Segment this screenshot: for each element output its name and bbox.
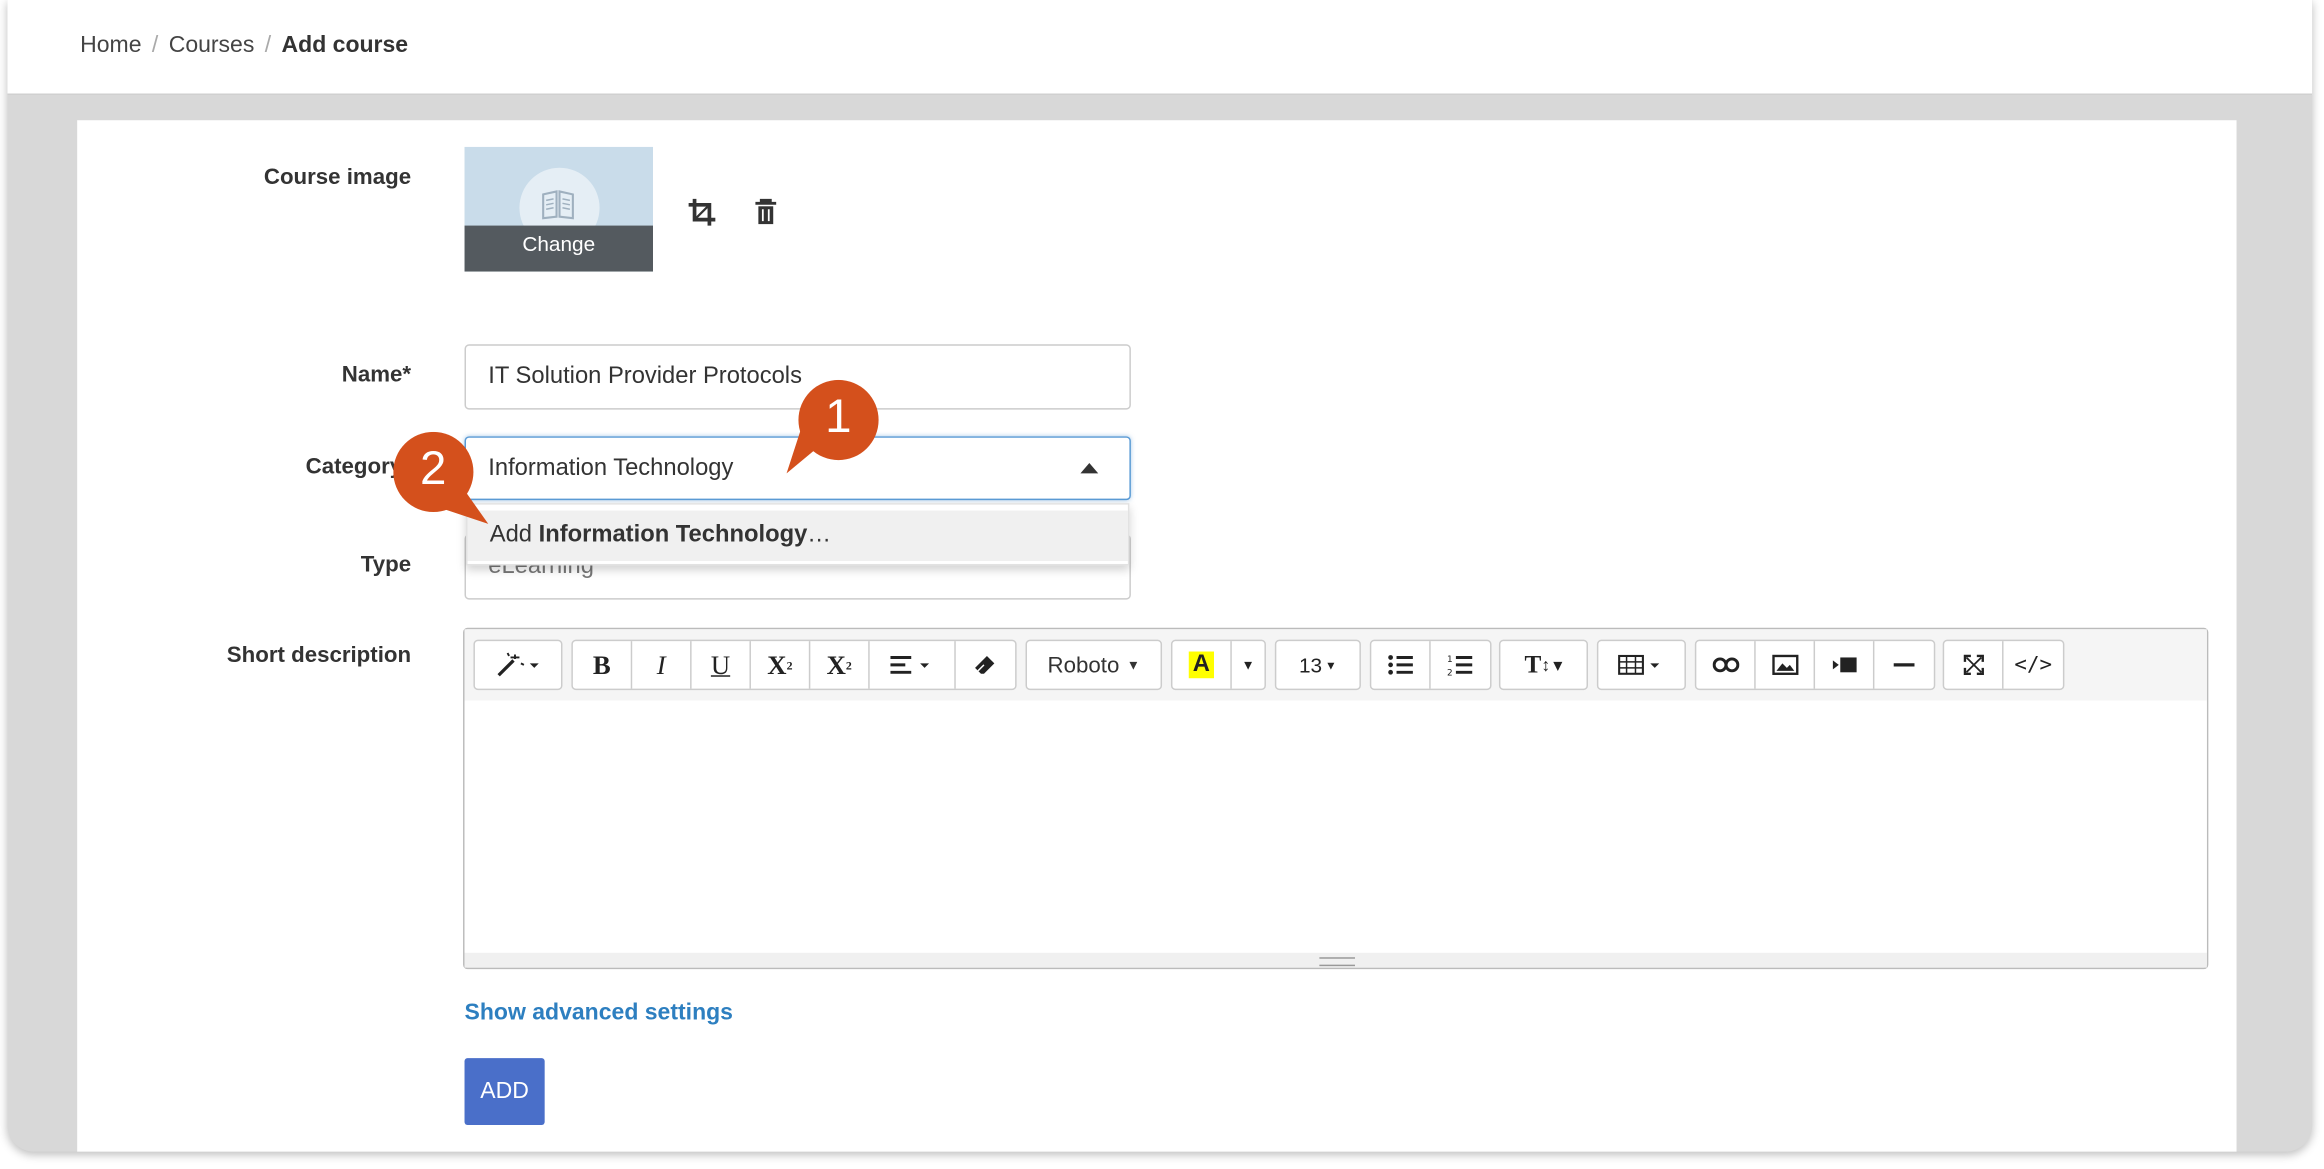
bullet-list-icon[interactable] xyxy=(1371,641,1431,689)
book-icon xyxy=(542,190,574,220)
svg-text:1: 1 xyxy=(1447,655,1453,665)
course-image-thumbnail[interactable]: Change xyxy=(464,146,654,272)
eraser-icon[interactable] xyxy=(956,641,1015,688)
editor-resize-bar[interactable] xyxy=(464,952,2207,968)
bold-icon[interactable]: B xyxy=(573,641,633,689)
numbered-list-icon[interactable]: 12 xyxy=(1431,641,1490,688)
type-label: Type xyxy=(360,552,412,578)
caret-up-icon[interactable] xyxy=(1080,463,1099,474)
subscript-icon[interactable]: X2 xyxy=(810,641,870,689)
breadcrumb-current: Add course xyxy=(281,32,409,58)
font-family-select[interactable]: Roboto ▼ xyxy=(1027,641,1161,688)
show-advanced-settings-link[interactable]: Show advanced settings xyxy=(465,1000,733,1027)
magic-wand-icon[interactable] xyxy=(475,641,561,688)
align-icon[interactable] xyxy=(870,641,956,689)
breadcrumb: Home / Courses / Add course xyxy=(80,32,409,58)
link-icon[interactable] xyxy=(1696,641,1756,689)
trash-icon[interactable] xyxy=(749,196,782,229)
svg-text:2: 2 xyxy=(1447,668,1453,676)
image-icon[interactable] xyxy=(1756,641,1816,689)
short-description-label: Short description xyxy=(226,642,412,668)
crop-icon[interactable] xyxy=(686,196,719,229)
superscript-icon[interactable]: X2 xyxy=(751,641,811,689)
breadcrumb-courses[interactable]: Courses xyxy=(169,33,255,58)
text-height-icon[interactable]: T ↕ ▼ xyxy=(1500,641,1586,688)
highlight-color-icon[interactable]: A xyxy=(1172,641,1232,689)
category-label: Category xyxy=(305,454,403,480)
app-window: Home / Courses / Add course Course image Cha… xyxy=(7,0,2313,1152)
font-size-select[interactable]: 13 ▼ xyxy=(1276,641,1359,688)
name-label: Name* xyxy=(341,362,412,388)
code-view-icon[interactable]: </> xyxy=(2004,641,2063,688)
add-button[interactable]: ADD xyxy=(464,1058,545,1125)
video-icon[interactable] xyxy=(1815,641,1875,689)
breadcrumb-home[interactable]: Home xyxy=(80,33,141,58)
underline-icon[interactable]: U xyxy=(692,641,751,689)
editor-toolbar: B I U X2 X2 Roboto ▼ A ▼ 13 ▼ 1 2 T ↕ ▼ … xyxy=(464,629,2207,702)
italic-icon[interactable]: I xyxy=(632,641,692,689)
top-bar: Home / Courses / Add course xyxy=(7,0,2313,95)
add-course-form: Course image Change Name* IT Solution Pr… xyxy=(77,120,2237,1152)
horizontal-rule-icon[interactable] xyxy=(1874,641,1933,688)
category-dropdown: Add Information Technology… xyxy=(466,503,1130,566)
color-dropdown-icon[interactable]: ▼ xyxy=(1232,641,1265,688)
change-image-button[interactable]: Change xyxy=(464,225,654,272)
callout-2-number: 2 xyxy=(420,440,447,495)
short-description-editor: B I U X2 X2 Roboto ▼ A ▼ 13 ▼ 1 2 T ↕ ▼ … xyxy=(463,627,2209,970)
fullscreen-icon[interactable] xyxy=(1944,641,2004,689)
course-image-label: Course image xyxy=(263,164,412,190)
category-value: Information Technology xyxy=(488,455,734,481)
editor-content-area[interactable] xyxy=(464,700,2207,953)
callout-1-number: 1 xyxy=(825,388,852,443)
add-category-option[interactable]: Add Information Technology… xyxy=(467,510,1128,561)
table-icon[interactable] xyxy=(1598,641,1684,688)
